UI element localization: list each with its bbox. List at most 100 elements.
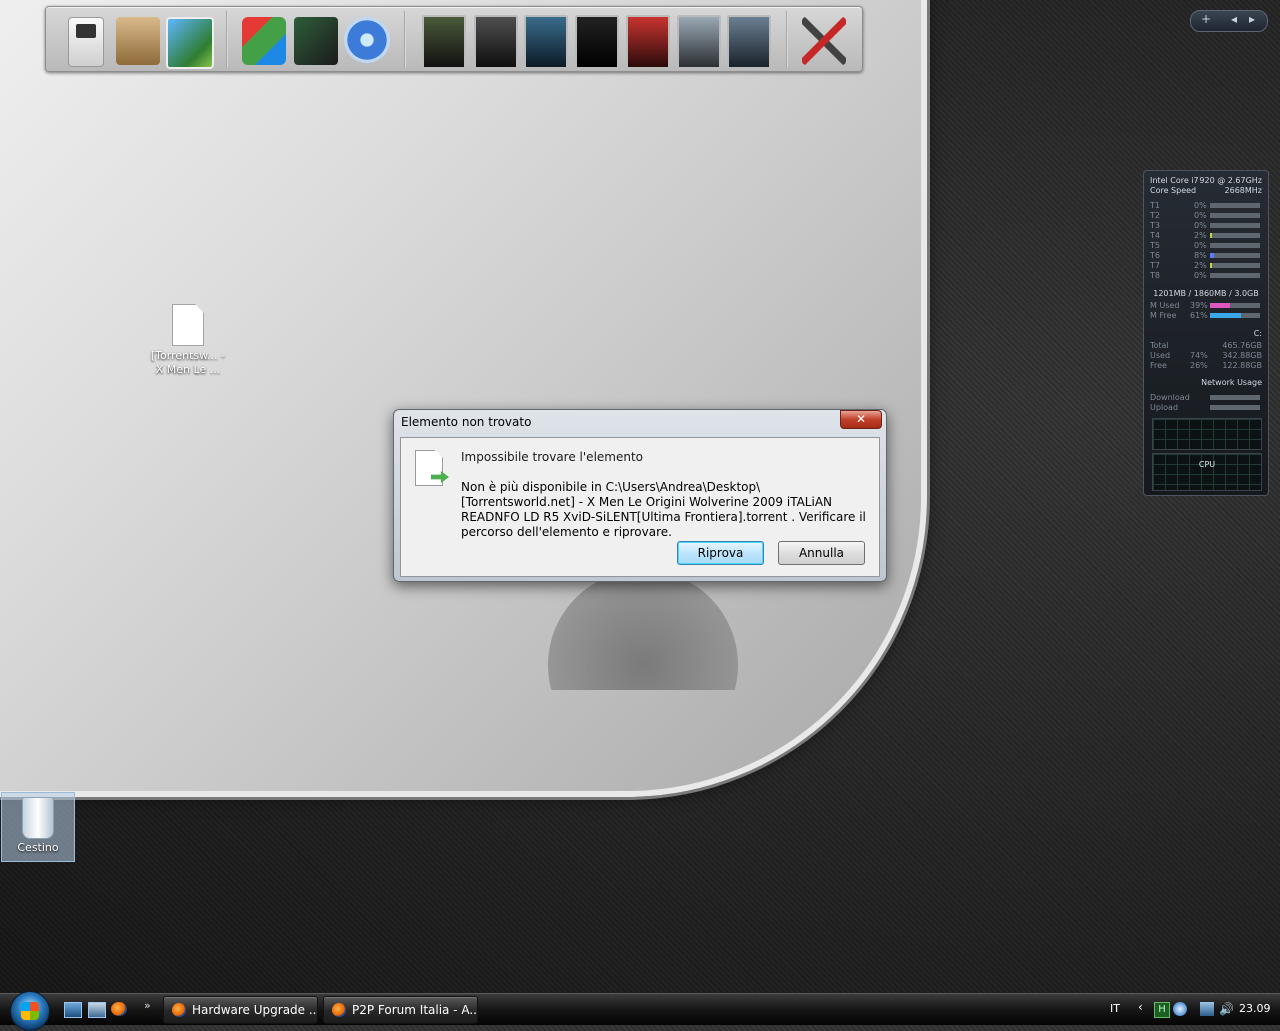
cpu-thread-value: 8% (1194, 251, 1207, 260)
wallpaper-silver-panel (0, 0, 927, 797)
tools-icon[interactable] (802, 17, 846, 65)
dock-separator (226, 11, 228, 67)
next-gadget-button[interactable]: ▸ (1249, 12, 1255, 26)
show-desktop-icon[interactable] (64, 1002, 82, 1018)
memory-free-value: 61% (1190, 311, 1208, 320)
game-1-icon[interactable] (422, 15, 466, 69)
sidebar-controls: + ◂ ▸ (1190, 10, 1268, 32)
language-indicator[interactable]: IT (1110, 1002, 1120, 1015)
cpu-thread-label: T8 (1150, 271, 1160, 280)
ipod-icon[interactable] (68, 17, 104, 67)
clock[interactable]: 23.09 (1239, 1002, 1271, 1015)
volume-icon[interactable]: 🔊 (1219, 1002, 1234, 1016)
memory-used-value: 39% (1190, 301, 1208, 310)
taskbar: » Hardware Upgrade ... P2P Forum Italia … (0, 991, 1280, 1031)
h-tray-icon[interactable]: H (1154, 1002, 1170, 1018)
drive-total-row: Total 465.76GB (1150, 341, 1262, 351)
switch-windows-icon[interactable] (88, 1002, 106, 1018)
start-button[interactable] (10, 991, 50, 1031)
cpu-thread-label: T1 (1150, 201, 1160, 210)
drive-used-row: Used 74% 342.88GB (1150, 351, 1262, 361)
network-usage-title: Network Usage (1201, 378, 1262, 387)
dock-separator (404, 11, 406, 67)
previous-gadget-button[interactable]: ◂ (1231, 12, 1237, 26)
cpu-thread-bar (1210, 273, 1260, 278)
grid-game-icon[interactable] (575, 15, 619, 69)
drive-total-value: 465.76GB (1222, 341, 1262, 350)
memory-free-fill (1210, 313, 1241, 318)
dialog-title: Elemento non trovato (401, 415, 532, 429)
dialog-message: Non è più disponibile in C:\Users\Andrea… (461, 480, 866, 539)
quick-launch-more-button[interactable]: » (144, 999, 151, 1012)
cube-app-icon[interactable] (242, 17, 286, 65)
cpu-thread-value: 0% (1194, 211, 1207, 220)
cpuz-icon[interactable] (294, 17, 338, 65)
game-6-icon[interactable] (677, 15, 721, 69)
dialog-heading: Impossibile trovare l'elemento (461, 450, 644, 464)
cpu-thread-value: 2% (1194, 261, 1207, 270)
system-monitor-gadget[interactable]: Intel Core i7 920 @ 2.67GHz Core Speed 2… (1143, 170, 1269, 496)
taskbar-button-hardware-upgrade[interactable]: Hardware Upgrade ... (163, 996, 318, 1024)
cpu-thread-label: T6 (1150, 251, 1160, 260)
drive-used-percent: 74% (1190, 351, 1208, 360)
cpu-thread-bar (1210, 203, 1260, 208)
show-hidden-icons-button[interactable]: ‹ (1138, 1000, 1143, 1014)
cpu-thread-value: 0% (1194, 221, 1207, 230)
memory-used-fill (1210, 303, 1230, 308)
cpu-name-row: Intel Core i7 920 @ 2.67GHz (1150, 176, 1262, 186)
recycle-bin-desktop-icon[interactable]: Cestino (1, 792, 75, 862)
core-speed-row: Core Speed 2668MHz (1150, 186, 1262, 196)
taskbar-button-label: P2P Forum Italia - A... (352, 1003, 478, 1017)
torrent-file-label: [Torrentsw... - X Men Le ... (150, 349, 226, 376)
game-2-icon[interactable] (474, 15, 518, 69)
cpu-thread-label: T2 (1150, 211, 1160, 220)
application-dock (45, 6, 863, 72)
file-icon (172, 304, 204, 346)
drive-total-label: Total (1150, 341, 1169, 350)
boxes-icon[interactable] (116, 17, 160, 65)
cpu-model: 920 @ 2.67GHz (1199, 176, 1262, 185)
recycle-bin-label: Cestino (17, 841, 59, 854)
cpu-thread-bar (1210, 253, 1260, 258)
drive-used-label: Used (1150, 351, 1171, 360)
network-icon[interactable] (1200, 1002, 1214, 1016)
dialog-body: Impossibile trovare l'elemento Non è più… (400, 437, 880, 577)
cpu-thread-bar-fill (1210, 233, 1212, 238)
firefox-icon[interactable] (111, 1002, 127, 1016)
drive-free-label: Free (1150, 361, 1167, 370)
game-3-icon[interactable] (524, 15, 568, 69)
firefox-icon (172, 1003, 186, 1017)
core-speed-value: 2668MHz (1224, 186, 1262, 195)
memory-used-label: M Used (1150, 301, 1180, 310)
mirrors-edge-icon[interactable] (626, 15, 670, 69)
download-bar (1210, 395, 1260, 400)
add-gadget-button[interactable]: + (1201, 12, 1211, 26)
cpu-thread-label: T3 (1150, 221, 1160, 230)
torrent-file-desktop-icon[interactable]: [Torrentsw... - X Men Le ... (148, 304, 228, 377)
apple-logo-icon (548, 570, 748, 690)
cpu-thread-bar (1210, 223, 1260, 228)
cpu-thread-bar (1210, 243, 1260, 248)
photo-gallery-icon[interactable] (166, 17, 214, 69)
a-tray-icon[interactable] (1173, 1002, 1187, 1016)
game-7-icon[interactable] (727, 15, 771, 69)
drive-used-value: 342.88GB (1222, 351, 1262, 360)
missing-file-icon (415, 450, 443, 486)
drive-free-value: 122.88GB (1222, 361, 1262, 370)
dialog-close-button[interactable]: ✕ (840, 410, 882, 429)
cpu-graph: CPU (1152, 453, 1262, 491)
cpu-graph-label: CPU (1198, 460, 1216, 469)
taskbar-button-label: Hardware Upgrade ... (192, 1003, 318, 1017)
itunes-icon[interactable] (344, 17, 390, 63)
cpu-thread-value: 2% (1194, 231, 1207, 240)
cpu-thread-label: T5 (1150, 241, 1160, 250)
cancel-button[interactable]: Annulla (778, 541, 865, 565)
memory-free-label: M Free (1150, 311, 1177, 320)
retry-button[interactable]: Riprova (677, 541, 764, 565)
item-not-found-dialog: Elemento non trovato ✕ Impossibile trova… (393, 409, 887, 582)
taskbar-button-p2p-forum[interactable]: P2P Forum Italia - A... (323, 996, 478, 1024)
core-speed-label: Core Speed (1150, 186, 1197, 195)
memory-summary: 1201MB / 1860MB / 3.0GB (1153, 289, 1259, 298)
cpu-thread-value: 0% (1194, 271, 1207, 280)
cpu-thread-bar (1210, 263, 1260, 268)
